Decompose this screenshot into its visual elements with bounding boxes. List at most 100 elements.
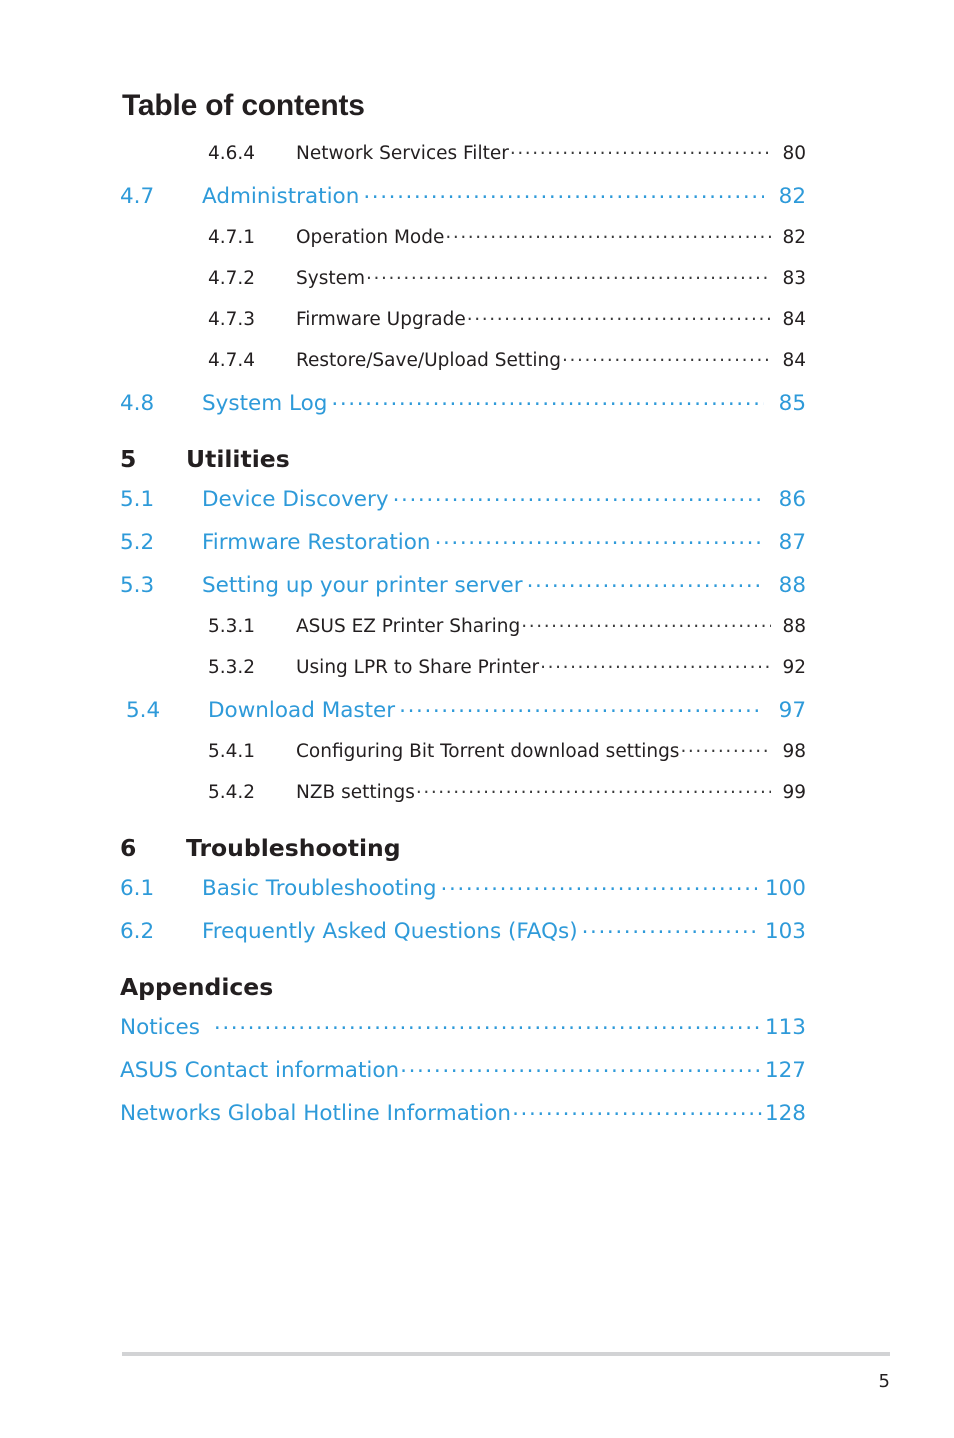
- dot-leader: [521, 613, 771, 632]
- toc-entry-title: Device Discovery: [202, 486, 389, 512]
- toc-entry-number: 5.4: [126, 697, 161, 723]
- toc-entry[interactable]: 4.7.1 Operation Mode 82: [120, 224, 806, 265]
- toc-entry-page-number: 100: [764, 875, 806, 901]
- dot-leader: [441, 873, 757, 895]
- toc-entry-number: 4.7: [120, 183, 155, 209]
- footer-page-number: 5: [878, 1371, 890, 1392]
- toc-entry-page-number: 87: [778, 529, 806, 555]
- dot-leader: [435, 527, 764, 549]
- dot-leader: [445, 224, 771, 243]
- toc-entry-title: Basic Troubleshooting: [202, 875, 437, 901]
- toc-entry[interactable]: 4.8 System Log 85: [120, 388, 806, 431]
- toc-entry-page-number: 97: [778, 697, 806, 723]
- dot-leader: [540, 654, 771, 673]
- toc-entry-number: 4.7.3: [208, 308, 256, 330]
- toc-entry-page-number: 82: [778, 183, 806, 209]
- toc-entry-page-number: 88: [782, 615, 806, 637]
- toc-entry[interactable]: 5.1 Device Discovery 86: [120, 484, 806, 527]
- toc-entry-number: 6.1: [120, 875, 155, 901]
- toc-entry-title: ASUS EZ Printer Sharing: [296, 615, 521, 637]
- toc-entry-page-number: 83: [782, 267, 806, 289]
- appendices-heading: Appendices: [120, 973, 274, 1001]
- toc-entry-number: 5.3.1: [208, 615, 256, 637]
- dot-leader: [510, 140, 771, 159]
- toc-page: Table of contents 4.6.4 Network Services …: [0, 0, 954, 1438]
- toc-entry[interactable]: 4.7.2 System 83: [120, 265, 806, 306]
- toc-entry-page-number: 98: [782, 740, 806, 762]
- dot-leader: [393, 484, 764, 506]
- toc-entry-number: 5.1: [120, 486, 155, 512]
- toc-entry[interactable]: ASUS Contact information 127: [120, 1055, 806, 1098]
- table-of-contents-list: 4.6.4 Network Services Filter 80 4.7 Adminis…: [0, 140, 954, 1141]
- toc-entry-title: Network Services Filter: [296, 142, 509, 164]
- toc-entry-page-number: 113: [764, 1014, 806, 1040]
- dot-leader: [399, 695, 764, 717]
- toc-entry-number: 4.6.4: [208, 142, 256, 164]
- chapter-number: 5: [120, 445, 137, 473]
- toc-entry-page-number: 103: [764, 918, 806, 944]
- toc-entry[interactable]: 4.7 Administration 82: [120, 181, 806, 224]
- toc-entry-page-number: 99: [782, 781, 806, 803]
- dot-leader: [527, 570, 764, 592]
- toc-entry[interactable]: 5.3.1 ASUS EZ Printer Sharing 88: [120, 613, 806, 654]
- toc-entry[interactable]: 6.1 Basic Troubleshooting 100: [120, 873, 806, 916]
- toc-entry-title: Administration: [202, 183, 360, 209]
- toc-entry-number: 4.7.4: [208, 349, 256, 371]
- dot-leader: [416, 779, 771, 798]
- dot-leader: [467, 306, 771, 325]
- toc-entry[interactable]: 5.3 Setting up your printer server 88: [120, 570, 806, 613]
- toc-entry-page-number: 82: [782, 226, 806, 248]
- toc-entry-title: Setting up your printer server: [202, 572, 523, 598]
- toc-entry[interactable]: 5.4.1 Configuring Bit Torrent download se…: [120, 738, 806, 779]
- toc-entry-page-number: 86: [778, 486, 806, 512]
- toc-entry-number: 5.3: [120, 572, 155, 598]
- toc-entry-title: Restore/Save/Upload Setting: [296, 349, 562, 371]
- toc-entry-title: System Log: [202, 390, 328, 416]
- chapter-number: 6: [120, 834, 137, 862]
- chapter-title: Troubleshooting: [186, 834, 401, 862]
- toc-entry-title: ASUS Contact information: [120, 1057, 400, 1083]
- toc-entry-page-number: 92: [782, 656, 806, 678]
- dot-leader: [512, 1098, 764, 1120]
- chapter-heading: 5 Utilities: [120, 431, 806, 484]
- dot-leader: [331, 388, 764, 410]
- toc-entry-number: 4.7.1: [208, 226, 256, 248]
- toc-entry-title: Networks Global Hotline Information: [120, 1100, 512, 1126]
- toc-entry-page-number: 84: [782, 308, 806, 330]
- toc-entry[interactable]: 5.4 Download Master 97: [126, 695, 806, 738]
- toc-entry[interactable]: Networks Global Hotline Information 128: [120, 1098, 806, 1141]
- toc-entry-title: Notices: [120, 1014, 200, 1040]
- toc-entry[interactable]: 5.3.2 Using LPR to Share Printer 92: [120, 654, 806, 695]
- toc-entry-number: 6.2: [120, 918, 155, 944]
- toc-entry-title: Using LPR to Share Printer: [296, 656, 540, 678]
- toc-entry-number: 5.3.2: [208, 656, 256, 678]
- toc-entry-page-number: 80: [782, 142, 806, 164]
- toc-entry-page-number: 85: [778, 390, 806, 416]
- toc-entry-number: 5.4.1: [208, 740, 256, 762]
- toc-entry[interactable]: 4.7.3 Firmware Upgrade 84: [120, 306, 806, 347]
- page-title: Table of contents: [122, 89, 365, 122]
- toc-entry-page-number: 128: [764, 1100, 806, 1126]
- toc-entry-title: Firmware Restoration: [202, 529, 431, 555]
- toc-entry-page-number: 88: [778, 572, 806, 598]
- toc-entry[interactable]: 5.4.2 NZB settings 99: [120, 779, 806, 820]
- footer-divider: [122, 1352, 890, 1356]
- toc-entry-page-number: 127: [764, 1057, 806, 1083]
- dot-leader: [562, 347, 771, 366]
- toc-entry-page-number: 84: [782, 349, 806, 371]
- toc-entry-title: Download Master: [208, 697, 396, 723]
- toc-entry-title: Frequently Asked Questions (FAQs): [202, 918, 578, 944]
- toc-entry[interactable]: 6.2 Frequently Asked Questions (FAQs) 103: [120, 916, 806, 959]
- toc-entry[interactable]: 5.2 Firmware Restoration 87: [120, 527, 806, 570]
- toc-entry[interactable]: 4.6.4 Network Services Filter 80: [120, 140, 806, 181]
- toc-entry-title: Operation Mode: [296, 226, 445, 248]
- toc-entry-number: 4.7.2: [208, 267, 256, 289]
- toc-entry-title: Configuring Bit Torrent download setting…: [296, 740, 680, 762]
- dot-leader: [680, 738, 771, 757]
- dot-leader: [214, 1012, 764, 1034]
- dot-leader: [366, 265, 771, 284]
- toc-entry-title: Firmware Upgrade: [296, 308, 466, 330]
- toc-entry[interactable]: 4.7.4 Restore/Save/Upload Setting 84: [120, 347, 806, 388]
- dot-leader: [582, 916, 757, 938]
- toc-entry[interactable]: Notices 113: [120, 1012, 806, 1055]
